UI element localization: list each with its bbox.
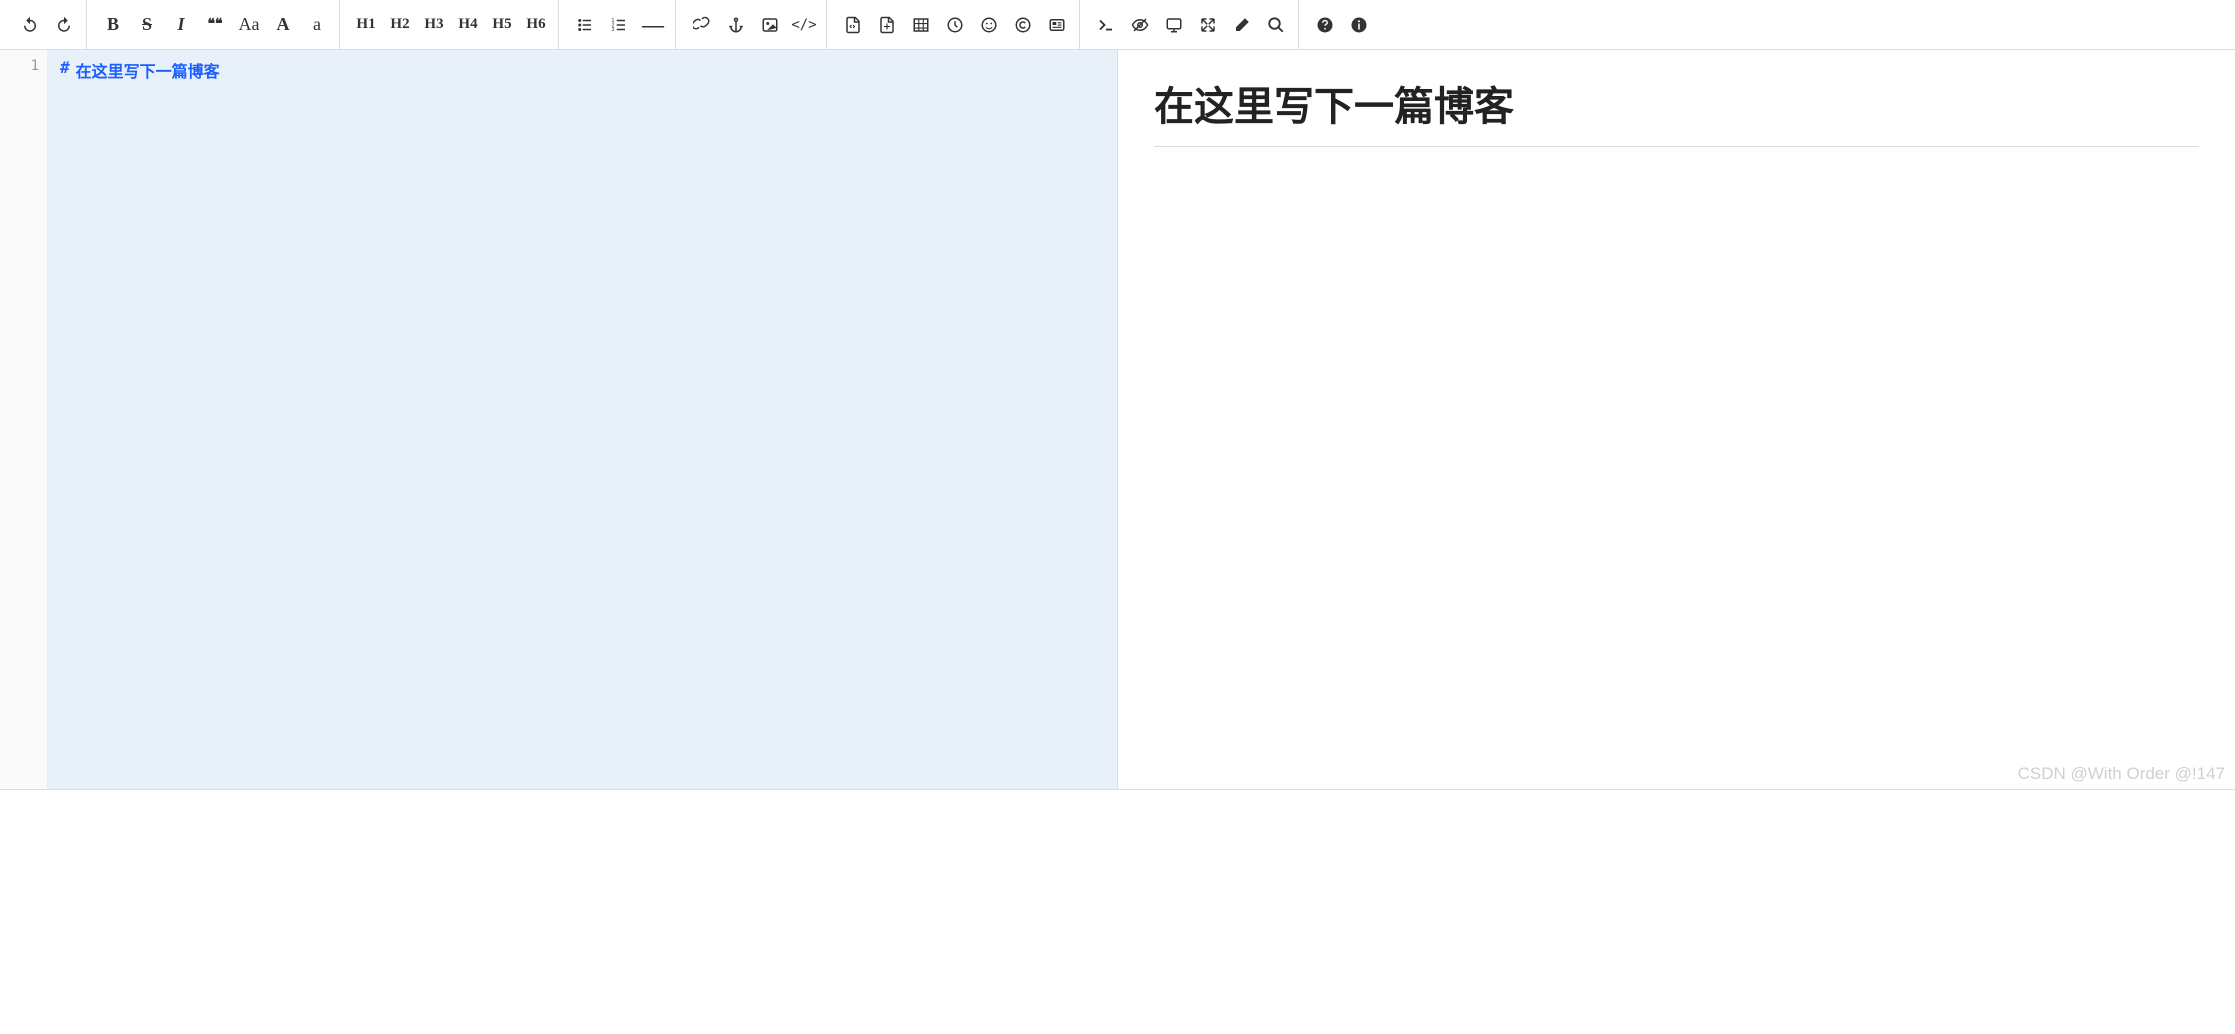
strike-icon: S <box>142 14 152 35</box>
toolbar-group-insert: </> <box>680 0 827 49</box>
link-button[interactable] <box>686 9 718 41</box>
toolbar-group-headings: H1 H2 H3 H4 H5 H6 <box>344 0 559 49</box>
info-button[interactable] <box>1343 9 1375 41</box>
h3-icon: H3 <box>424 16 443 33</box>
table-icon <box>912 16 930 34</box>
lower-icon: a <box>313 14 321 35</box>
h6-icon: H6 <box>526 16 545 33</box>
h6-button[interactable]: H6 <box>520 9 552 41</box>
bold-button[interactable]: B <box>97 9 129 41</box>
redo-icon <box>55 16 73 34</box>
expand-button[interactable] <box>1192 9 1224 41</box>
h2-button[interactable]: H2 <box>384 9 416 41</box>
ol-icon: 123 <box>610 16 628 34</box>
monitor-icon <box>1165 16 1183 34</box>
clock-icon <box>946 16 964 34</box>
italic-button[interactable]: I <box>165 9 197 41</box>
monitor-button[interactable] <box>1158 9 1190 41</box>
bold-icon: B <box>107 14 119 35</box>
anchor-button[interactable] <box>720 9 752 41</box>
copyright-button[interactable] <box>1007 9 1039 41</box>
quote-button[interactable]: ❝❝ <box>199 9 231 41</box>
copyright-icon <box>1014 16 1032 34</box>
toolbar-group-list: 123 — <box>563 0 676 49</box>
emoji-button[interactable] <box>973 9 1005 41</box>
help-button[interactable] <box>1309 9 1341 41</box>
toolbar-group-help <box>1303 0 1381 49</box>
erase-icon <box>1233 16 1251 34</box>
visibility-button[interactable] <box>1124 9 1156 41</box>
link-icon <box>693 16 711 34</box>
markdown-editor[interactable]: # 在这里写下一篇博客 <box>48 50 1117 789</box>
toolbar-group-objects <box>831 0 1080 49</box>
pdf-button[interactable] <box>871 9 903 41</box>
h4-icon: H4 <box>458 16 477 33</box>
search-icon <box>1267 16 1285 34</box>
expand-icon <box>1199 16 1217 34</box>
h1-icon: H1 <box>356 16 375 33</box>
card-button[interactable] <box>1041 9 1073 41</box>
preview-pane: 在这里写下一篇博客 <box>1117 50 2235 789</box>
line-number-gutter: 1 <box>0 50 48 789</box>
visibility-icon <box>1131 16 1149 34</box>
hr-icon: — <box>642 12 664 38</box>
markdown-hash: # <box>60 58 70 82</box>
undo-button[interactable] <box>14 9 46 41</box>
card-icon <box>1048 16 1066 34</box>
case-icon: Aa <box>239 14 260 35</box>
h1-button[interactable]: H1 <box>350 9 382 41</box>
editor-text: 在这里写下一篇博客 <box>76 58 220 82</box>
h2-icon: H2 <box>390 16 409 33</box>
italic-icon: I <box>177 14 184 35</box>
ul-icon <box>576 16 594 34</box>
toolbar-group-history <box>8 0 87 49</box>
line-number: 1 <box>0 58 39 74</box>
h5-button[interactable]: H5 <box>486 9 518 41</box>
clock-button[interactable] <box>939 9 971 41</box>
undo-icon <box>21 16 39 34</box>
editor-main: 1 # 在这里写下一篇博客 在这里写下一篇博客 <box>0 50 2235 790</box>
watermark: CSDN @With Order @!147 <box>2018 764 2225 784</box>
erase-button[interactable] <box>1226 9 1258 41</box>
pdf-icon <box>878 16 896 34</box>
ol-button[interactable]: 123 <box>603 9 635 41</box>
toolbar-group-format: B S I ❝❝ Aa A a <box>91 0 340 49</box>
upper-icon: A <box>277 14 290 35</box>
image-icon <box>761 16 779 34</box>
h4-button[interactable]: H4 <box>452 9 484 41</box>
preview-heading: 在这里写下一篇博客 <box>1154 74 2199 147</box>
help-icon <box>1316 16 1334 34</box>
terminal-icon <box>1097 16 1115 34</box>
h5-icon: H5 <box>492 16 511 33</box>
h3-button[interactable]: H3 <box>418 9 450 41</box>
redo-button[interactable] <box>48 9 80 41</box>
table-button[interactable] <box>905 9 937 41</box>
svg-text:3: 3 <box>612 27 615 33</box>
hr-button[interactable]: — <box>637 9 669 41</box>
doc-button[interactable] <box>837 9 869 41</box>
code-icon: </> <box>791 17 816 33</box>
editor-toolbar: B S I ❝❝ Aa A a H1 H2 H3 H4 H5 H6 123 — <box>0 0 2235 50</box>
toolbar-group-view <box>1084 0 1299 49</box>
info-icon <box>1350 16 1368 34</box>
emoji-icon <box>980 16 998 34</box>
lower-button[interactable]: a <box>301 9 333 41</box>
editor-line-1: # 在这里写下一篇博客 <box>60 58 1105 82</box>
anchor-icon <box>727 16 745 34</box>
quote-icon: ❝❝ <box>207 16 222 33</box>
strike-button[interactable]: S <box>131 9 163 41</box>
case-button[interactable]: Aa <box>233 9 265 41</box>
doc-icon <box>844 16 862 34</box>
image-button[interactable] <box>754 9 786 41</box>
upper-button[interactable]: A <box>267 9 299 41</box>
terminal-button[interactable] <box>1090 9 1122 41</box>
code-button[interactable]: </> <box>788 9 820 41</box>
ul-button[interactable] <box>569 9 601 41</box>
search-button[interactable] <box>1260 9 1292 41</box>
